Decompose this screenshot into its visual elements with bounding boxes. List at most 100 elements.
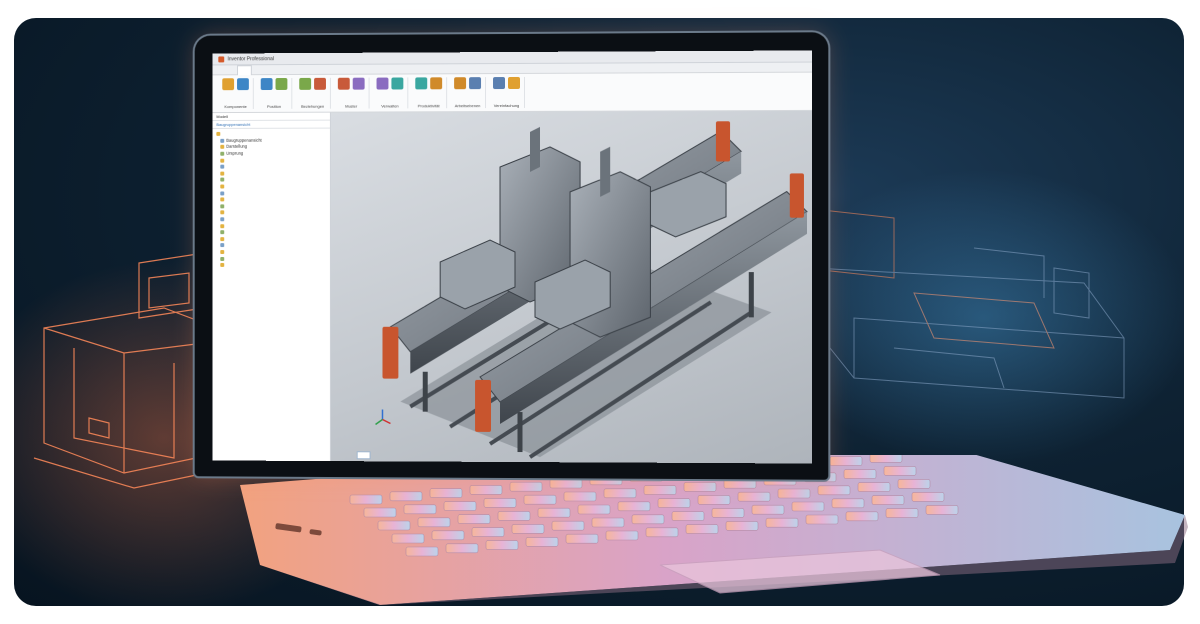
model-browser: Modell Baugruppenansicht Baugruppenansic…	[212, 112, 331, 462]
ribbon-tab[interactable]	[371, 64, 384, 74]
tree-item[interactable]	[216, 262, 326, 269]
keyboard-key	[857, 482, 891, 492]
ribbon-button-icon[interactable]	[314, 77, 326, 90]
keyboard-key	[871, 495, 905, 505]
keyboard-key	[777, 488, 811, 499]
ribbon-button-icon[interactable]	[337, 77, 350, 90]
ribbon-button-icon[interactable]	[430, 77, 443, 90]
part-icon	[220, 191, 225, 196]
keyboard-key	[551, 520, 585, 531]
keyboard-key	[403, 504, 437, 515]
keyboard-key	[829, 456, 863, 466]
ribbon-group-label: Produktivität	[417, 103, 440, 109]
ribbon-group-label: Arbeitsebenen	[454, 103, 481, 109]
ribbon-button-icon[interactable]	[352, 77, 365, 90]
screen: Inventor Professional Komponente Position…	[212, 50, 813, 464]
3d-viewport[interactable]	[330, 110, 813, 464]
keyboard-key	[925, 505, 959, 515]
keyboard-key	[697, 495, 731, 505]
keyboard-key	[805, 514, 839, 525]
part-icon	[220, 243, 225, 248]
part-icon	[220, 151, 225, 156]
ribbon-button-icon[interactable]	[469, 77, 482, 90]
keyboard-key	[363, 507, 397, 518]
part-icon	[216, 132, 221, 137]
ribbon-group-label: Position	[267, 103, 282, 109]
part-icon	[220, 171, 225, 176]
part-icon	[220, 145, 225, 150]
keyboard-key	[631, 514, 665, 525]
ribbon-group-label: Muster	[345, 103, 358, 109]
keyboard-key	[657, 498, 691, 508]
part-icon	[220, 263, 225, 268]
ribbon-tab[interactable]	[277, 65, 290, 75]
view-cube-triad[interactable]	[376, 409, 391, 424]
ribbon-button-icon[interactable]	[508, 76, 520, 90]
ribbon-button-icon[interactable]	[222, 78, 235, 91]
keyboard-key	[485, 540, 519, 550]
keyboard-key	[431, 530, 465, 541]
ribbon-button-icon[interactable]	[415, 77, 428, 90]
part-icon	[220, 164, 225, 169]
keyboard-key	[831, 498, 865, 509]
ribbon-tab[interactable]	[352, 64, 365, 74]
keyboard-key	[591, 517, 625, 528]
part-icon	[220, 256, 225, 261]
part-icon	[220, 223, 225, 228]
keyboard-key	[457, 514, 491, 524]
ribbon-group-label: Verwalten	[381, 103, 399, 109]
part-icon	[220, 204, 225, 209]
part-icon	[220, 236, 225, 241]
keyboard-key	[791, 501, 825, 512]
ribbon-group: Muster	[333, 77, 370, 109]
ribbon-group-label: Vereinfachung	[493, 102, 520, 109]
ribbon-button-icon[interactable]	[237, 78, 249, 91]
keyboard-key	[577, 504, 611, 515]
ribbon-tab[interactable]	[237, 64, 252, 75]
keyboard-key	[603, 488, 637, 499]
keyboard-key	[817, 485, 851, 496]
ribbon-button-icon[interactable]	[260, 78, 273, 91]
document-tab[interactable]	[356, 451, 371, 460]
ribbon: Komponente Position Beziehungen Muster Verwa…	[212, 72, 813, 114]
keyboard-key	[563, 491, 597, 502]
keyboard-key	[417, 517, 451, 528]
cad-assembly-model	[331, 121, 812, 464]
ribbon-button-icon[interactable]	[391, 77, 404, 90]
keyboard-key	[445, 543, 479, 554]
keyboard-key	[711, 508, 745, 518]
keyboard-key	[671, 511, 705, 521]
ribbon-button-icon[interactable]	[454, 77, 467, 90]
keyboard-key	[883, 466, 917, 476]
ribbon-button-icon[interactable]	[376, 77, 389, 90]
keyboard-key	[443, 501, 477, 511]
part-icon	[220, 217, 225, 222]
keyboard-key	[617, 501, 651, 512]
part-icon	[220, 250, 225, 255]
keyboard-key	[471, 527, 505, 537]
ribbon-tab[interactable]	[314, 64, 327, 74]
ribbon-button-icon[interactable]	[275, 77, 288, 90]
app-title: Inventor Professional	[227, 56, 274, 63]
ribbon-group-label: Komponente	[224, 104, 247, 110]
ribbon-tab[interactable]	[295, 64, 308, 74]
ribbon-group: Komponente	[218, 78, 254, 110]
keyboard-key	[525, 537, 559, 547]
ribbon-button-icon[interactable]	[299, 77, 312, 90]
ribbon-group: Produktivität	[411, 77, 448, 109]
keyboard-key	[897, 479, 931, 489]
ribbon-tab[interactable]	[333, 64, 346, 74]
ribbon-group: Arbeitsebenen	[450, 77, 487, 109]
ribbon-tab[interactable]	[390, 64, 403, 74]
keyboard-key	[645, 527, 679, 538]
keyboard-key	[511, 524, 545, 534]
keyboard-key	[843, 469, 877, 479]
ribbon-button-icon[interactable]	[493, 77, 506, 90]
keyboard-key	[751, 504, 785, 515]
keyboard-key	[725, 521, 759, 531]
keyboard-key	[349, 494, 383, 505]
ribbon-tab[interactable]	[218, 65, 231, 75]
keyboard-key	[405, 546, 439, 557]
ribbon-tab[interactable]	[258, 65, 271, 75]
tree-item-label: Ursprung	[226, 150, 244, 156]
